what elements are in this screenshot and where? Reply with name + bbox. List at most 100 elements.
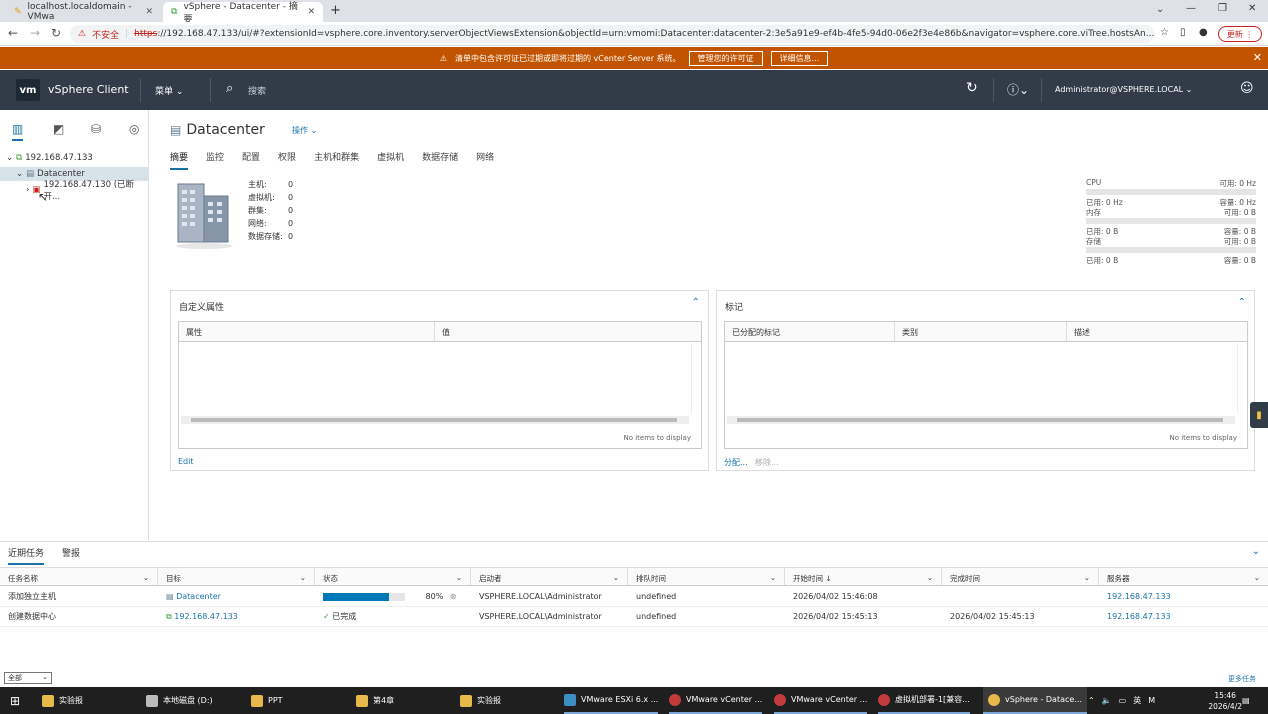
networking-icon[interactable]: ◎	[129, 122, 139, 136]
table-row[interactable]: 创建数据中心 ⧉ 192.168.47.133 ✓ 已完成 VSPHERE.LO…	[0, 607, 1268, 627]
filter-chevron-icon[interactable]: ⌄	[770, 573, 776, 582]
back-icon[interactable]: ←	[8, 26, 18, 40]
reload-icon[interactable]: ↻	[51, 26, 61, 40]
manage-license-button[interactable]: 管理您的许可证	[688, 50, 763, 66]
task-filter-select[interactable]: 全部 ⌄	[4, 672, 52, 684]
filter-chevron-icon[interactable]: ⌄	[613, 573, 619, 582]
col-server[interactable]: 服务器 ⌄	[1099, 568, 1268, 585]
horizontal-scrollbar[interactable]	[727, 416, 1235, 424]
windows-start-icon[interactable]: ⊞	[10, 687, 20, 714]
search-icon[interactable]: ⌕	[226, 81, 233, 96]
col-value[interactable]: 值	[435, 322, 701, 341]
sidepanel-icon[interactable]: ▯	[1180, 27, 1186, 38]
tab-summary[interactable]: 摘要	[170, 150, 189, 170]
collapse-panel-icon[interactable]: ⌄	[1252, 546, 1260, 557]
taskbar-item[interactable]: vSphere - Datace...	[983, 687, 1087, 714]
details-button[interactable]: 详细信息...	[770, 50, 829, 66]
storage-icon[interactable]: ⛁	[91, 122, 101, 136]
profile-icon[interactable]: ●	[1199, 27, 1208, 38]
col-start-time[interactable]: 开始时间 ↓ ⌄	[785, 568, 942, 585]
task-server[interactable]: 192.168.47.133	[1099, 592, 1268, 601]
taskbar-item[interactable]: 虚拟机部署-1[兼容...	[878, 687, 970, 714]
taskbar-item[interactable]: PPT	[251, 687, 283, 714]
taskbar-item[interactable]: VMware vCenter ...	[669, 687, 763, 714]
tab-search-icon[interactable]: ⌄	[1156, 4, 1164, 15]
tab-hosts-clusters[interactable]: 主机和群集	[314, 150, 359, 170]
user-menu[interactable]: Administrator@VSPHERE.LOCAL ⌄	[1055, 85, 1192, 94]
taskbar-item[interactable]: VMware vCenter ...	[774, 687, 868, 714]
col-queued[interactable]: 排队时间 ⌄	[628, 568, 785, 585]
ime-indicator[interactable]: 英	[1133, 695, 1141, 706]
filter-chevron-icon[interactable]: ⌄	[1254, 573, 1260, 582]
col-assigned-tag[interactable]: 已分配的标记	[725, 322, 895, 341]
side-panel-toggle-icon[interactable]: ▮	[1250, 402, 1268, 428]
tab-networks[interactable]: 网络	[476, 150, 494, 170]
remove-link[interactable]: 移除...	[755, 457, 779, 468]
vms-templates-icon[interactable]: ◩	[53, 122, 64, 136]
chevron-down-icon[interactable]: ⌄	[6, 153, 13, 163]
vertical-scrollbar[interactable]	[691, 343, 701, 414]
forward-icon[interactable]: →	[30, 26, 40, 40]
close-banner-icon[interactable]: ✕	[1253, 51, 1262, 64]
taskbar-item[interactable]: VMware ESXi 6.x ...	[564, 687, 659, 714]
refresh-icon[interactable]: ↻	[966, 80, 978, 96]
tab-vms[interactable]: 虚拟机	[377, 150, 404, 170]
tab-monitor[interactable]: 监控	[206, 150, 224, 170]
taskbar-item[interactable]: 实验报	[460, 687, 501, 714]
hosts-clusters-icon[interactable]: ▥	[12, 122, 24, 141]
chevron-down-icon[interactable]: ⌄	[16, 169, 23, 179]
volume-icon[interactable]: 🔈	[1102, 696, 1112, 705]
filter-chevron-icon[interactable]: ⌄	[1084, 573, 1090, 582]
update-button[interactable]: 更新 ⋮	[1218, 26, 1262, 42]
smiley-feedback-icon[interactable]: ☺	[1240, 81, 1254, 96]
tab-alarms[interactable]: 警报	[62, 546, 80, 565]
col-status[interactable]: 状态 ⌄	[315, 568, 471, 585]
col-description[interactable]: 描述	[1067, 322, 1247, 341]
task-target[interactable]: ▤ Datacenter	[158, 592, 315, 601]
edit-link[interactable]: Edit	[178, 457, 194, 466]
col-target[interactable]: 目标 ⌄	[158, 568, 315, 585]
filter-chevron-icon[interactable]: ⌄	[456, 573, 462, 582]
table-row[interactable]: 添加独立主机 ▤ Datacenter 80% ⊗ VSPHERE.LOCAL\…	[0, 587, 1268, 607]
cancel-task-icon[interactable]: ⊗	[450, 592, 457, 601]
task-target[interactable]: ⧉ 192.168.47.133	[158, 612, 315, 622]
vertical-scrollbar[interactable]	[1237, 343, 1247, 414]
input-method-icon[interactable]: M	[1148, 696, 1155, 705]
browser-tab-esxi[interactable]: ✎ localhost.localdomain - VMwa ✕	[6, 2, 161, 22]
more-tasks-link[interactable]: 更多任务	[1228, 674, 1256, 684]
col-task-name[interactable]: 任务名称 ⌄	[0, 568, 158, 585]
task-server[interactable]: 192.168.47.133	[1099, 612, 1268, 621]
help-icon[interactable]: ⓘ⌄	[1007, 81, 1029, 98]
tree-item-host[interactable]: › ▣ 192.168.47.130 (已断开...	[0, 180, 149, 202]
minimize-icon[interactable]: —	[1186, 3, 1196, 14]
menu-button[interactable]: 菜单 ⌄	[155, 84, 183, 97]
notification-icon[interactable]: ▤	[1242, 687, 1250, 714]
filter-chevron-icon[interactable]: ⌄	[143, 573, 149, 582]
url-field[interactable]: ⚠ 不安全 | https ://192.168.47.133/ui/#?ext…	[70, 25, 1154, 43]
chevron-right-icon[interactable]: ›	[26, 185, 29, 195]
horizontal-scrollbar[interactable]	[181, 416, 689, 424]
maximize-icon[interactable]: ❐	[1218, 3, 1227, 14]
col-attribute[interactable]: 属性	[179, 322, 435, 341]
col-initiator[interactable]: 启动者 ⌄	[471, 568, 628, 585]
taskbar-item[interactable]: 本地磁盘 (D:)	[146, 687, 213, 714]
tab-permissions[interactable]: 权限	[278, 150, 296, 170]
col-end-time[interactable]: 完成时间 ⌄	[942, 568, 1099, 585]
taskbar-item[interactable]: 实验报	[42, 687, 83, 714]
clock[interactable]: 15:46 2026/4/2	[1208, 690, 1242, 712]
new-tab-button[interactable]: +	[330, 3, 341, 18]
col-category[interactable]: 类别	[895, 322, 1067, 341]
assign-link[interactable]: 分配...	[724, 457, 748, 468]
browser-tab-vsphere[interactable]: ⧉ vSphere - Datacenter - 摘要 ✕	[163, 2, 323, 25]
close-window-icon[interactable]: ✕	[1248, 3, 1256, 14]
close-tab-icon[interactable]: ✕	[145, 7, 153, 17]
filter-chevron-icon[interactable]: ⌄	[927, 573, 933, 582]
taskbar-item[interactable]: 第4章	[356, 687, 394, 714]
tab-recent-tasks[interactable]: 近期任务	[8, 546, 45, 565]
tab-datastores[interactable]: 数据存储	[422, 150, 458, 170]
filter-chevron-icon[interactable]: ⌄	[300, 573, 306, 582]
actions-menu[interactable]: 操作 ⌄	[292, 125, 317, 136]
collapse-icon[interactable]: ⌃	[1238, 297, 1246, 308]
tray-chevron-icon[interactable]: ⌃	[1088, 696, 1095, 705]
tree-item-vcenter[interactable]: ⌄ ⧉ 192.168.47.133	[0, 151, 149, 165]
